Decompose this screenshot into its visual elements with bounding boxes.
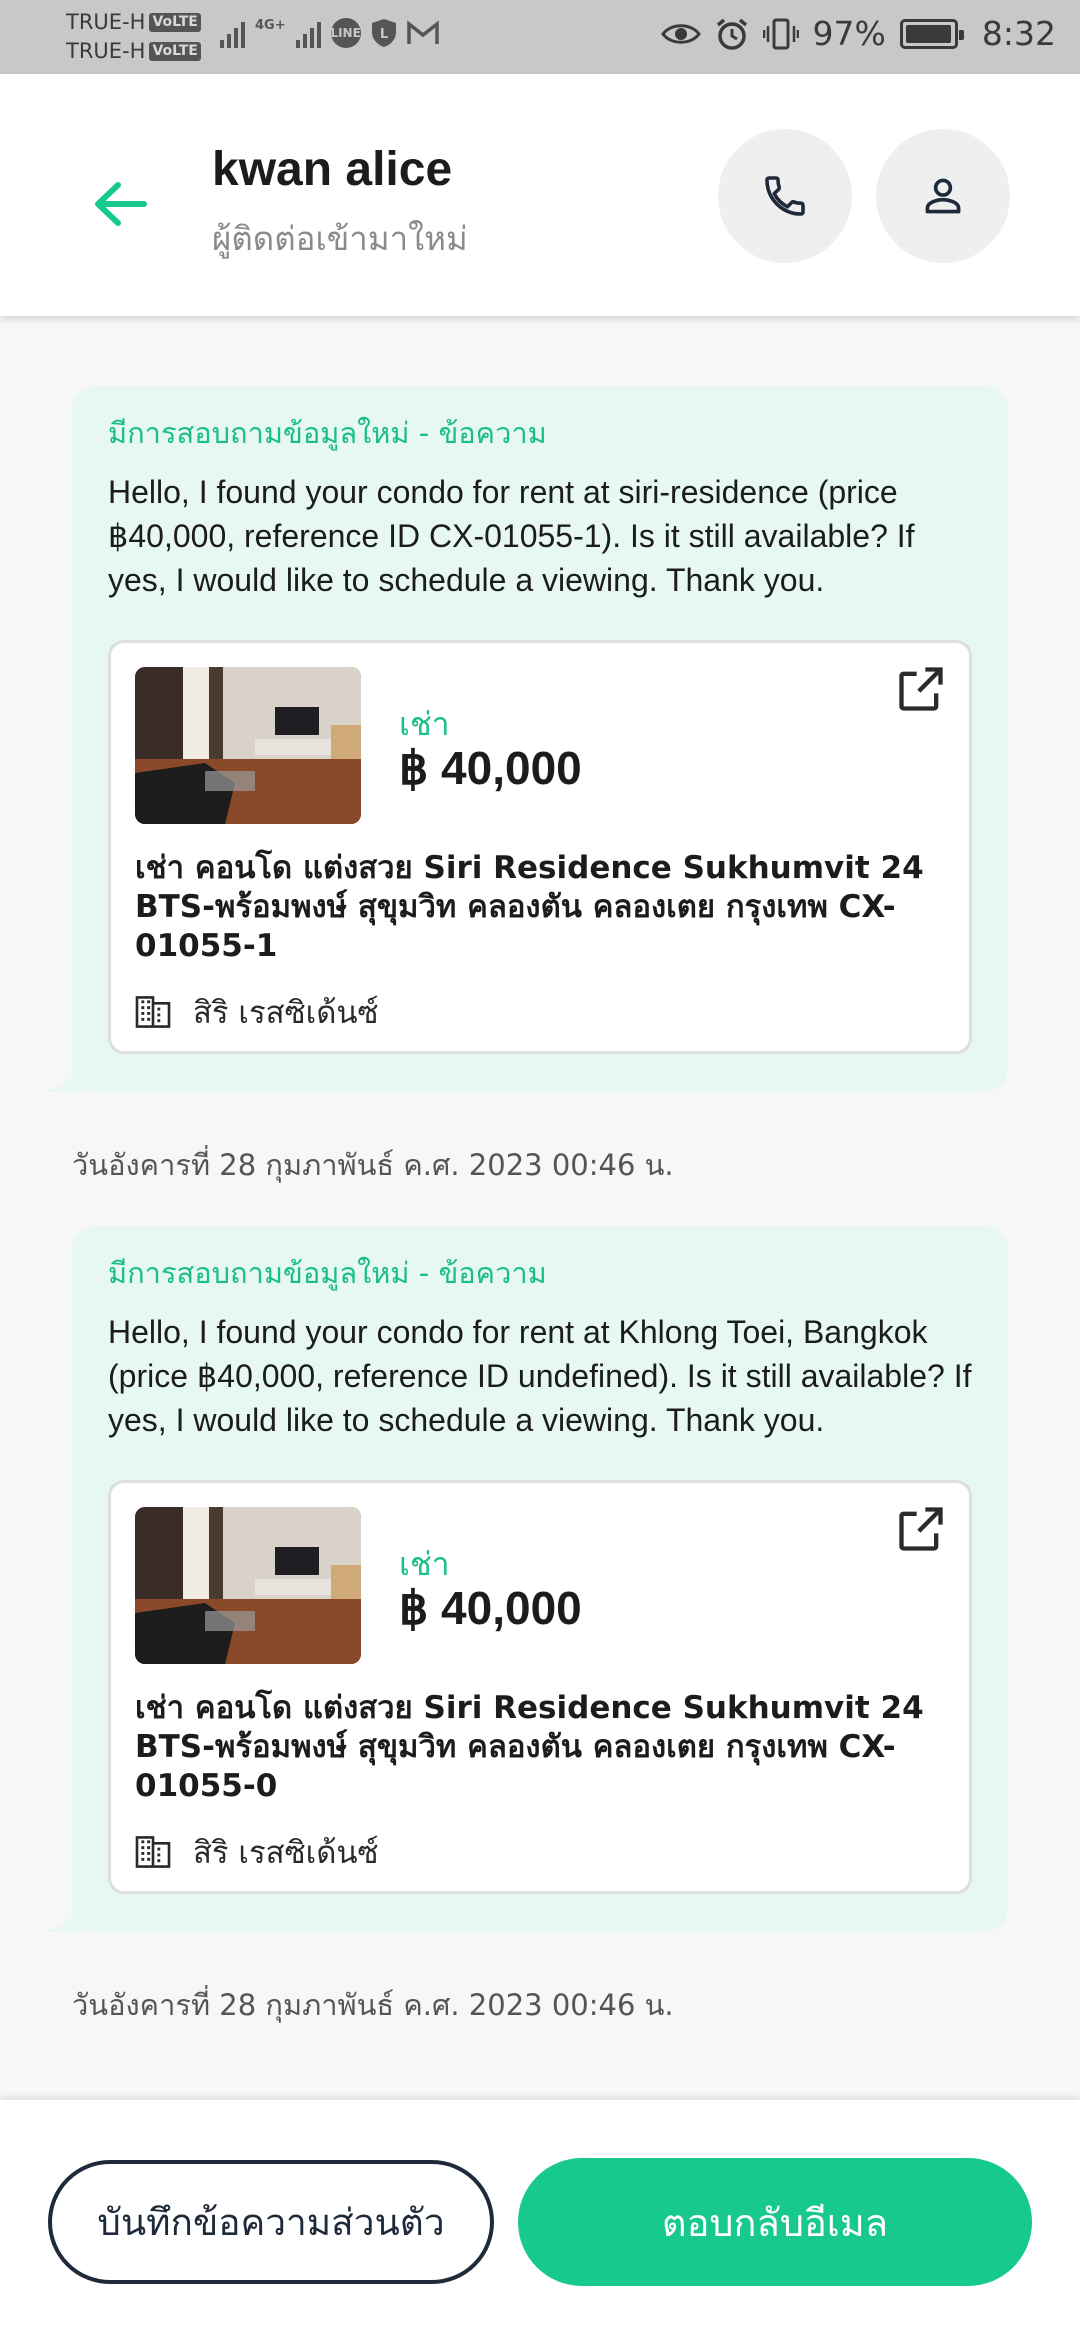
message-title: มีการสอบถามข้อมูลใหม่ - ข้อความ: [108, 1256, 547, 1290]
vibrate-icon: [762, 18, 799, 49]
message-bubble: มีการสอบถามข้อมูลใหม่ - ข้อความ Hello, I…: [42, 386, 1008, 1092]
listing-title: เช่า คอนโด แต่งสวย Siri Residence Sukhum…: [135, 1690, 924, 1804]
volte-badge: VoLTE: [149, 13, 201, 32]
carrier-name: TRUE-H: [66, 10, 146, 34]
carrier-name: TRUE-H: [66, 39, 146, 63]
bubble-tail: [42, 1062, 82, 1092]
signal-icon: [295, 18, 321, 48]
eye-icon: [660, 23, 701, 44]
battery-icon: [899, 18, 964, 49]
bubble-tail: [42, 1902, 82, 1932]
contact-status: ผู้ติดต่อเข้ามาใหม่: [212, 219, 468, 258]
message-list[interactable]: มีการสอบถามข้อมูลใหม่ - ข้อความ Hello, I…: [0, 316, 1080, 2100]
save-private-note-button[interactable]: บันทึกข้อความส่วนตัว: [48, 2160, 494, 2284]
listing-photo: [135, 1507, 361, 1664]
svg-text:L: L: [379, 27, 387, 42]
gmail-icon: [406, 20, 439, 44]
listing-card[interactable]: เช่า ฿ 40,000 เช่า คอนโด แต่งสวย Siri Re…: [108, 640, 972, 1054]
contact-name: kwan alice: [212, 143, 453, 196]
external-link-icon[interactable]: [895, 663, 947, 715]
signal-icon: [220, 18, 245, 48]
reply-email-button[interactable]: ตอบกลับอีเมล: [518, 2158, 1032, 2286]
listing-price: ฿ 40,000: [399, 1582, 582, 1634]
shield-icon: L: [371, 19, 396, 47]
clock: 8:32: [981, 14, 1056, 53]
project-name: สิริ เรสซิเด้นซ์: [193, 995, 379, 1031]
status-icons-left: 4G+ LINE L: [220, 18, 439, 48]
battery-level: [905, 24, 951, 43]
listing-project: สิริ เรสซิเด้นซ์: [135, 987, 379, 1037]
building-icon: [135, 996, 171, 1028]
back-button[interactable]: [80, 164, 160, 244]
status-bar: TRUE-H VoLTE TRUE-H VoLTE 4G+ LINE L 97%…: [0, 0, 1080, 74]
listing-project: สิริ เรสซิเด้นซ์: [135, 1827, 379, 1877]
listing-photo: [135, 667, 361, 824]
action-bar: บันทึกข้อความส่วนตัว ตอบกลับอีเมล: [0, 2100, 1080, 2340]
person-icon: [925, 178, 961, 214]
back-arrow-icon: [95, 182, 147, 226]
message-timestamp: วันอังคารที่ 28 กุมภาพันธ์ ค.ศ. 2023 00:…: [72, 1148, 674, 1182]
line-icon: LINE: [330, 18, 361, 48]
battery-percentage: 97%: [812, 14, 886, 53]
external-link-icon[interactable]: [895, 1503, 947, 1555]
message-text: Hello, I found your condo for rent at si…: [108, 474, 915, 598]
phone-icon: [765, 176, 805, 216]
contact-profile-button[interactable]: [876, 129, 1010, 263]
carrier-info: TRUE-H VoLTE TRUE-H VoLTE: [66, 8, 201, 66]
listing-price: ฿ 40,000: [399, 742, 582, 794]
message-title: มีการสอบถามข้อมูลใหม่ - ข้อความ: [108, 416, 547, 450]
alarm-icon: [716, 18, 747, 50]
listing-card[interactable]: เช่า ฿ 40,000 เช่า คอนโด แต่งสวย Siri Re…: [108, 1480, 972, 1894]
status-icons-right: 97% 8:32: [660, 14, 1056, 53]
contact-header: kwan alice ผู้ติดต่อเข้ามาใหม่: [0, 74, 1080, 316]
project-name: สิริ เรสซิเด้นซ์: [193, 1835, 379, 1871]
network-type: 4G+: [255, 18, 286, 33]
building-icon: [135, 1836, 171, 1868]
message-bubble: มีการสอบถามข้อมูลใหม่ - ข้อความ Hello, I…: [42, 1226, 1008, 1932]
listing-title: เช่า คอนโด แต่งสวย Siri Residence Sukhum…: [135, 850, 924, 964]
message-text: Hello, I found your condo for rent at Kh…: [108, 1314, 972, 1438]
message-timestamp: วันอังคารที่ 28 กุมภาพันธ์ ค.ศ. 2023 00:…: [72, 1988, 674, 2022]
call-button[interactable]: [718, 129, 852, 263]
volte-badge: VoLTE: [149, 42, 201, 61]
